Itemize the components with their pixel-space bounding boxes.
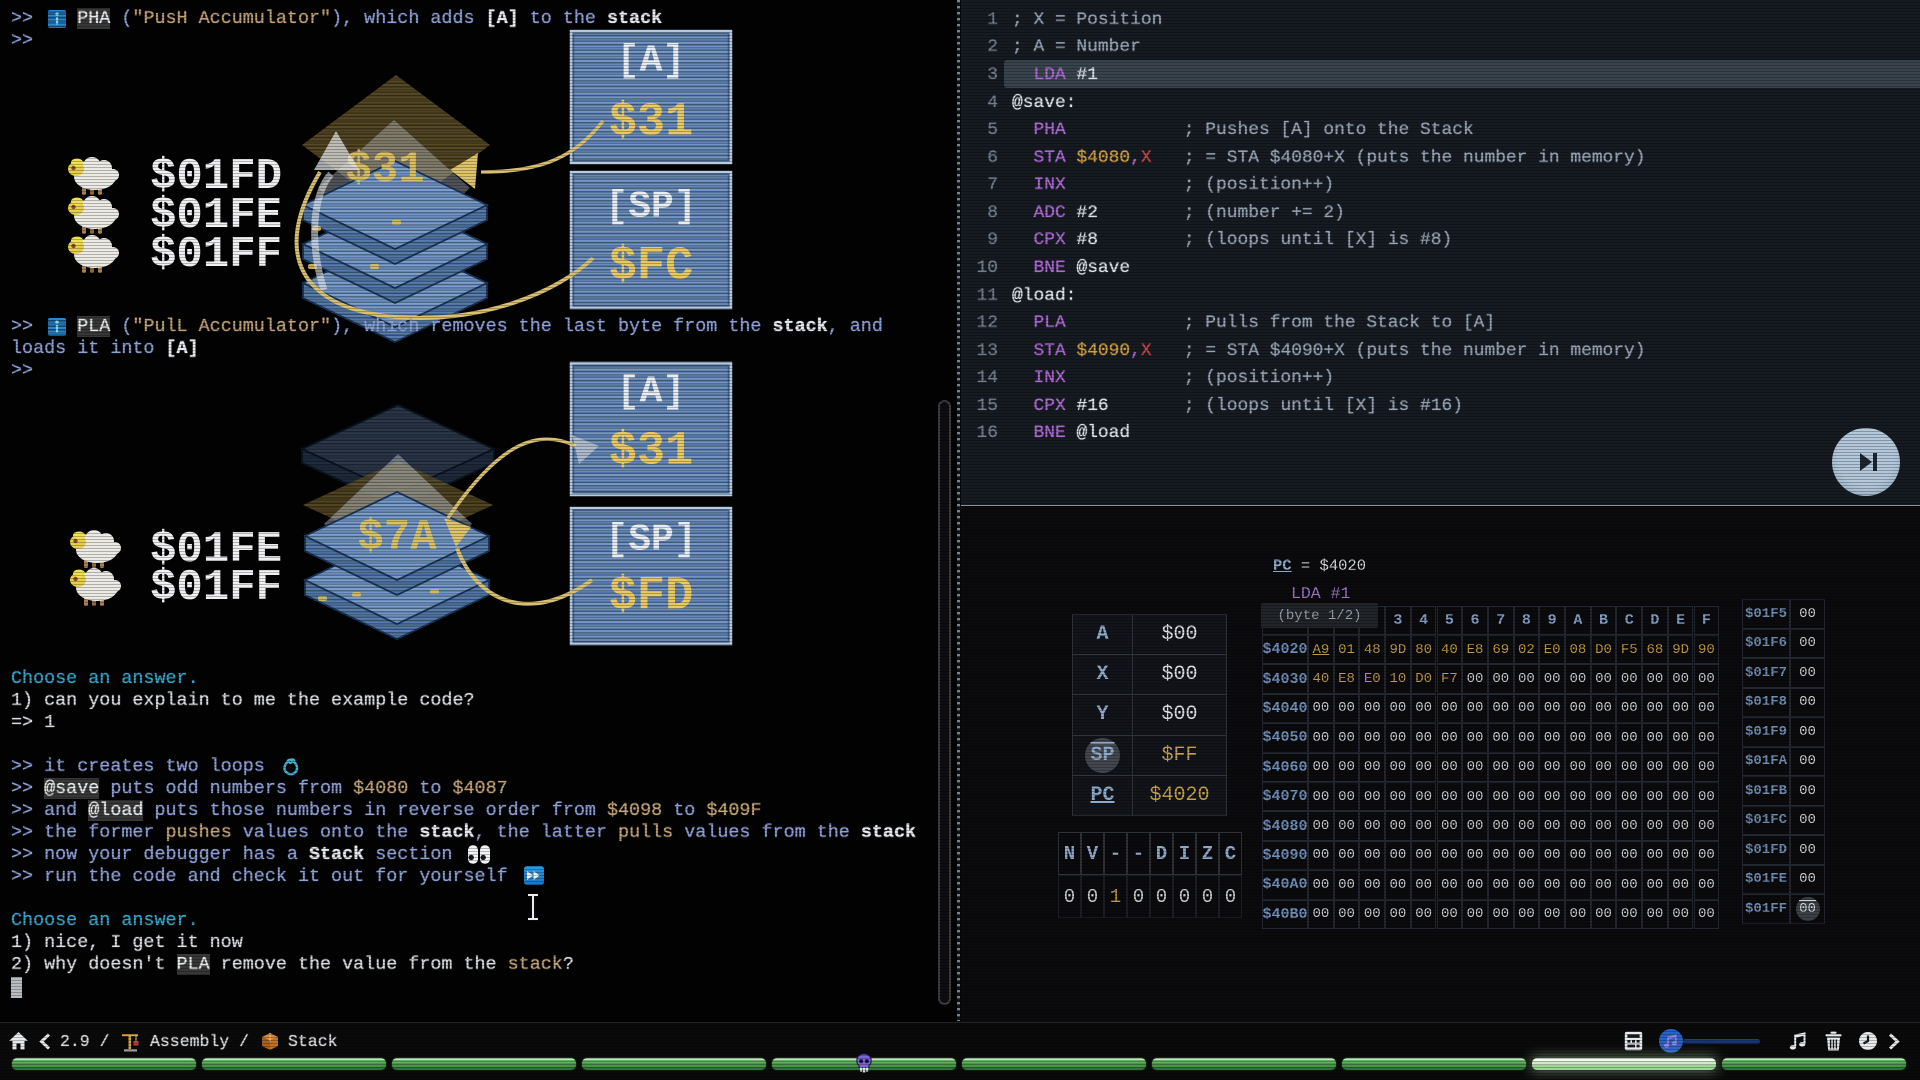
svg-text:$01FF: $01FF xyxy=(150,230,282,280)
svg-text:$01FF: $01FF xyxy=(150,563,282,613)
svg-text:$31: $31 xyxy=(609,426,694,479)
svg-text:$FC: $FC xyxy=(609,241,694,294)
svg-text:$31: $31 xyxy=(609,97,694,150)
svg-text:[SP]: [SP] xyxy=(605,519,696,562)
svg-text:$FD: $FD xyxy=(609,571,694,624)
svg-text:[SP]: [SP] xyxy=(605,186,696,229)
svg-text:$7A: $7A xyxy=(357,513,437,563)
